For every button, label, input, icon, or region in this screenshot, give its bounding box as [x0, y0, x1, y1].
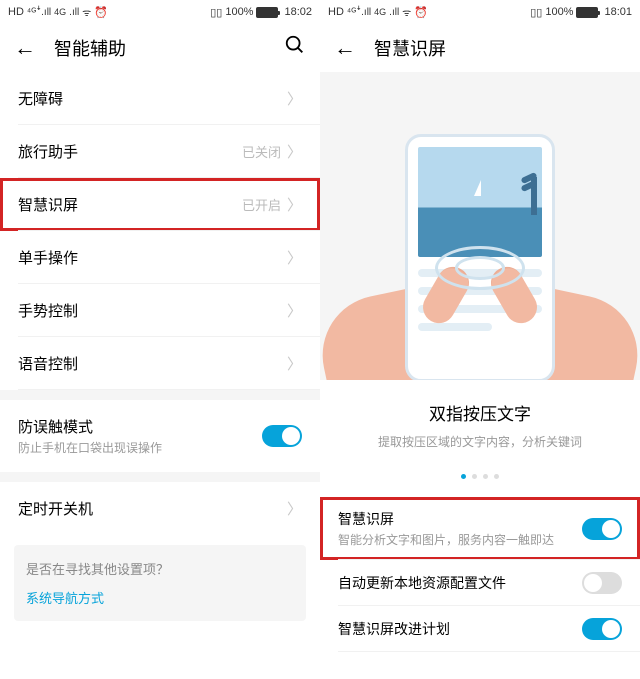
status-left: HD ⁴ᴳꜜ.ıll 4G .ıll ᯤ ⏰: [328, 5, 428, 19]
row-value: 已开启: [242, 195, 281, 214]
caption-title: 双指按压文字: [340, 400, 620, 425]
hint-question: 是否在寻找其他设置项？: [26, 559, 294, 578]
wifi-icon: ᯤ: [82, 5, 91, 19]
list-item[interactable]: 单手操作 〉: [0, 231, 320, 284]
row-label: 智慧识屏: [338, 509, 554, 529]
hint-box: 是否在寻找其他设置项？ 系统导航方式: [14, 545, 306, 621]
photo-graphic: [418, 147, 542, 257]
illustration: [320, 72, 640, 380]
hd-badge: HD: [8, 6, 24, 18]
caption-sub: 提取按压区域的文字内容，分析关键词: [340, 433, 620, 450]
ripple-icon: [455, 256, 505, 280]
alarm-icon: ⏰: [414, 6, 428, 19]
row-desc: 智能分析文字和图片，服务内容一触即达: [338, 531, 554, 548]
page-title: 智能辅助: [54, 35, 266, 61]
alarm-icon: ⏰: [94, 6, 108, 19]
dot: [483, 474, 488, 479]
back-icon[interactable]: ←: [14, 35, 36, 61]
list-item[interactable]: 语音控制 〉: [0, 337, 320, 390]
battery-icon: [576, 7, 598, 18]
timer-row[interactable]: 定时开关机 〉: [0, 482, 320, 535]
antitouch-row[interactable]: 防误触模式 防止手机在口袋出现误操作: [0, 400, 320, 472]
row-label: 自动更新本地资源配置文件: [338, 573, 506, 593]
antitouch-desc: 防止手机在口袋出现误操作: [18, 439, 162, 456]
chevron-icon: 〉: [287, 88, 302, 109]
section-gap: [0, 390, 320, 400]
chevron-icon: 〉: [287, 498, 302, 519]
row-label: 智慧识屏改进计划: [338, 619, 450, 639]
vibrate-icon: ▯▯: [210, 6, 222, 19]
antitouch-label: 防误触模式: [18, 416, 162, 437]
row-label: 语音控制: [18, 353, 78, 374]
chevron-icon: 〉: [287, 194, 302, 215]
status-bar: HD ⁴ᴳꜜ.ıll 4G .ıll ᯤ ⏰ ▯▯ 100% 18:01: [320, 0, 640, 24]
chevron-icon: 〉: [287, 247, 302, 268]
signal2-icon: .ıll: [69, 7, 79, 18]
toggle[interactable]: [582, 572, 622, 594]
battery-text: 100%: [225, 6, 253, 18]
dot: [472, 474, 477, 479]
list-item[interactable]: 智慧识屏 已开启〉: [0, 178, 320, 231]
row-label: 单手操作: [18, 247, 78, 268]
wifi-icon: ᯤ: [402, 5, 411, 19]
toggle-row[interactable]: 智慧识屏改进计划: [320, 606, 640, 652]
antitouch-toggle[interactable]: [262, 425, 302, 447]
dot-active: [461, 474, 466, 479]
hd-badge: HD: [328, 6, 344, 18]
dot: [494, 474, 499, 479]
toggle-row[interactable]: 自动更新本地资源配置文件: [320, 560, 640, 606]
status-time: 18:01: [604, 6, 632, 18]
tree-icon: [531, 177, 537, 215]
status-right: ▯▯ 100% 18:01: [530, 6, 632, 19]
status-right: ▯▯ 100% 18:02: [210, 6, 312, 19]
row-label: 手势控制: [18, 300, 78, 321]
hint-link[interactable]: 系统导航方式: [26, 588, 294, 607]
chevron-icon: 〉: [287, 300, 302, 321]
vibrate-icon: ▯▯: [530, 6, 542, 19]
battery-icon: [256, 7, 278, 18]
toggle-row[interactable]: 智慧识屏智能分析文字和图片，服务内容一触即达: [320, 497, 640, 560]
list-item[interactable]: 无障碍 〉: [0, 72, 320, 125]
status-time: 18:02: [284, 6, 312, 18]
row-value: 已关闭: [242, 142, 281, 161]
caption: 双指按压文字 提取按压区域的文字内容，分析关键词: [320, 380, 640, 460]
row-label: 智慧识屏: [18, 194, 78, 215]
list-item[interactable]: 手势控制 〉: [0, 284, 320, 337]
page-title: 智慧识屏: [374, 35, 626, 61]
signal2-icon: .ıll: [389, 7, 399, 18]
chevron-icon: 〉: [287, 353, 302, 374]
timer-label: 定时开关机: [18, 498, 93, 519]
text-line: [418, 323, 492, 331]
header: ← 智慧识屏: [320, 24, 640, 72]
back-icon[interactable]: ←: [334, 35, 356, 61]
status-bar: HD ⁴ᴳꜜ.ıll 4G .ıll ᯤ ⏰ ▯▯ 100% 18:02: [0, 0, 320, 24]
net-icon: 4G: [374, 7, 386, 17]
status-left: HD ⁴ᴳꜜ.ıll 4G .ıll ᯤ ⏰: [8, 5, 108, 19]
row-label: 旅行助手: [18, 141, 78, 162]
signal-icon: ⁴ᴳꜜ.ıll: [27, 7, 51, 18]
toggle[interactable]: [582, 618, 622, 640]
signal-icon: ⁴ᴳꜜ.ıll: [347, 7, 371, 18]
header: ← 智能辅助: [0, 24, 320, 72]
toggle[interactable]: [582, 518, 622, 540]
page-indicator[interactable]: [320, 474, 640, 479]
row-label: 无障碍: [18, 88, 63, 109]
battery-text: 100%: [545, 6, 573, 18]
boat-icon: [474, 180, 481, 196]
net-icon: 4G: [54, 7, 66, 17]
left-screen: HD ⁴ᴳꜜ.ıll 4G .ıll ᯤ ⏰ ▯▯ 100% 18:02 ← 智…: [0, 0, 320, 679]
search-icon[interactable]: [284, 34, 306, 62]
right-screen: HD ⁴ᴳꜜ.ıll 4G .ıll ᯤ ⏰ ▯▯ 100% 18:01 ← 智…: [320, 0, 640, 679]
section-gap: [0, 472, 320, 482]
chevron-icon: 〉: [287, 141, 302, 162]
list-item[interactable]: 旅行助手 已关闭〉: [0, 125, 320, 178]
